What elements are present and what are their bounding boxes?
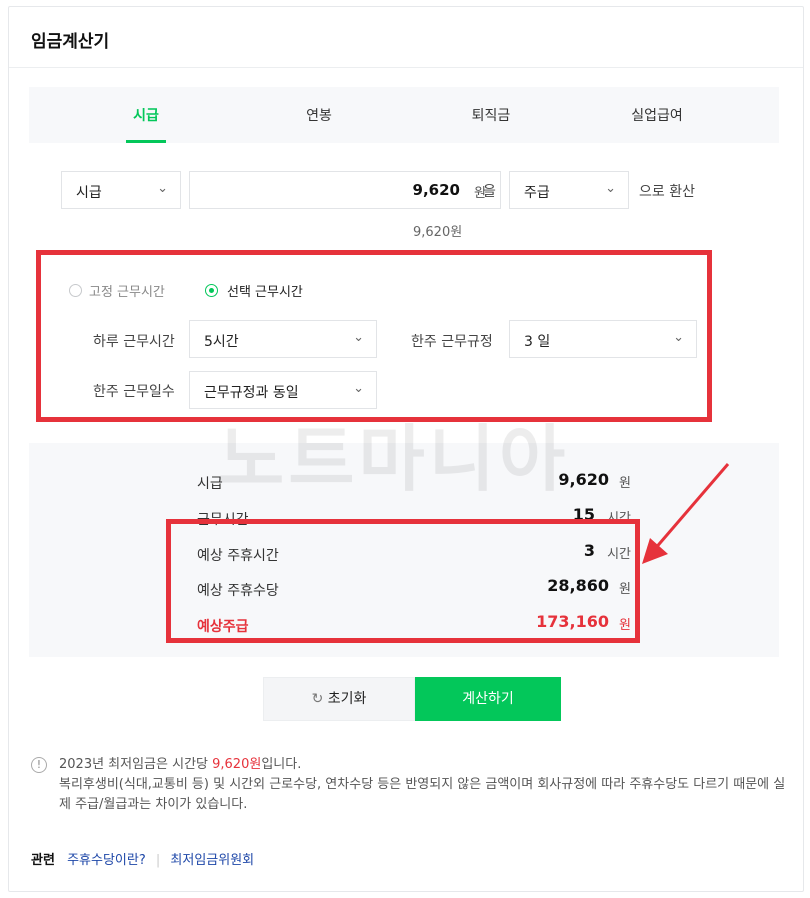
particle-label: 을 <box>483 184 496 200</box>
chevron-down-icon: ⌄ <box>157 181 168 196</box>
refresh-icon: ↻ <box>311 691 324 707</box>
link-divider: | <box>155 853 161 868</box>
tab-unemployment[interactable]: 실업급여 <box>607 105 707 125</box>
tab-annual[interactable]: 연봉 <box>269 105 369 125</box>
to-unit-select[interactable]: 주급 ⌄ <box>509 171 629 209</box>
tab-hourly[interactable]: 시급 <box>96 105 196 125</box>
notice-line1-suffix: 입니다. <box>261 757 302 772</box>
tab-severance[interactable]: 퇴직금 <box>441 105 541 125</box>
from-unit-select[interactable]: 시급 ⌄ <box>61 171 181 209</box>
page-title: 임금계산기 <box>31 32 110 52</box>
card-header: 임금계산기 <box>9 7 803 68</box>
annotation-arrow-icon <box>642 463 730 564</box>
notice-line2: 복리후생비(식대,교통비 등) 및 시간외 근로수당, 연차수당 등은 반영되지… <box>59 777 786 812</box>
info-icon: ! <box>31 757 47 773</box>
chevron-down-icon: ⌄ <box>605 181 616 196</box>
convert-suffix-label: 으로 환산 <box>639 184 695 200</box>
notice-text: 2023년 최저임금은 시간당 9,620원입니다. 복리후생비(식대,교통비 … <box>31 755 791 815</box>
notice-min-wage: 9,620원 <box>212 757 262 772</box>
link-min-wage-committee[interactable]: 최저임금위원회 <box>170 853 254 868</box>
reset-button[interactable]: ↻ 초기화 <box>263 677 415 721</box>
amount-input[interactable]: 9,620 원 <box>189 171 501 209</box>
reset-button-label: 초기화 <box>327 691 367 707</box>
from-unit-value: 시급 <box>76 185 102 201</box>
notice-section: ! 2023년 최저임금은 시간당 9,620원입니다. 복리후생비(식대,교통… <box>31 755 791 815</box>
button-bar: ↻ 초기화 계산하기 <box>29 657 779 737</box>
link-holiday-pay[interactable]: 주휴수당이란? <box>67 853 146 868</box>
notice-line1-prefix: 2023년 최저임금은 시간당 <box>59 757 213 772</box>
to-unit-value: 주급 <box>524 185 550 201</box>
related-links: 관련 주휴수당이란? | 최저임금위원회 <box>31 849 254 868</box>
result-highlight-box <box>166 519 640 643</box>
amount-value: 9,620 <box>412 181 460 199</box>
related-label: 관련 <box>31 853 55 868</box>
calculate-button[interactable]: 계산하기 <box>415 677 561 721</box>
amount-hint: 9,620원 <box>413 225 463 240</box>
work-time-highlight-box <box>36 250 712 422</box>
tab-bar: 시급 연봉 퇴직금 실업급여 <box>29 87 779 143</box>
